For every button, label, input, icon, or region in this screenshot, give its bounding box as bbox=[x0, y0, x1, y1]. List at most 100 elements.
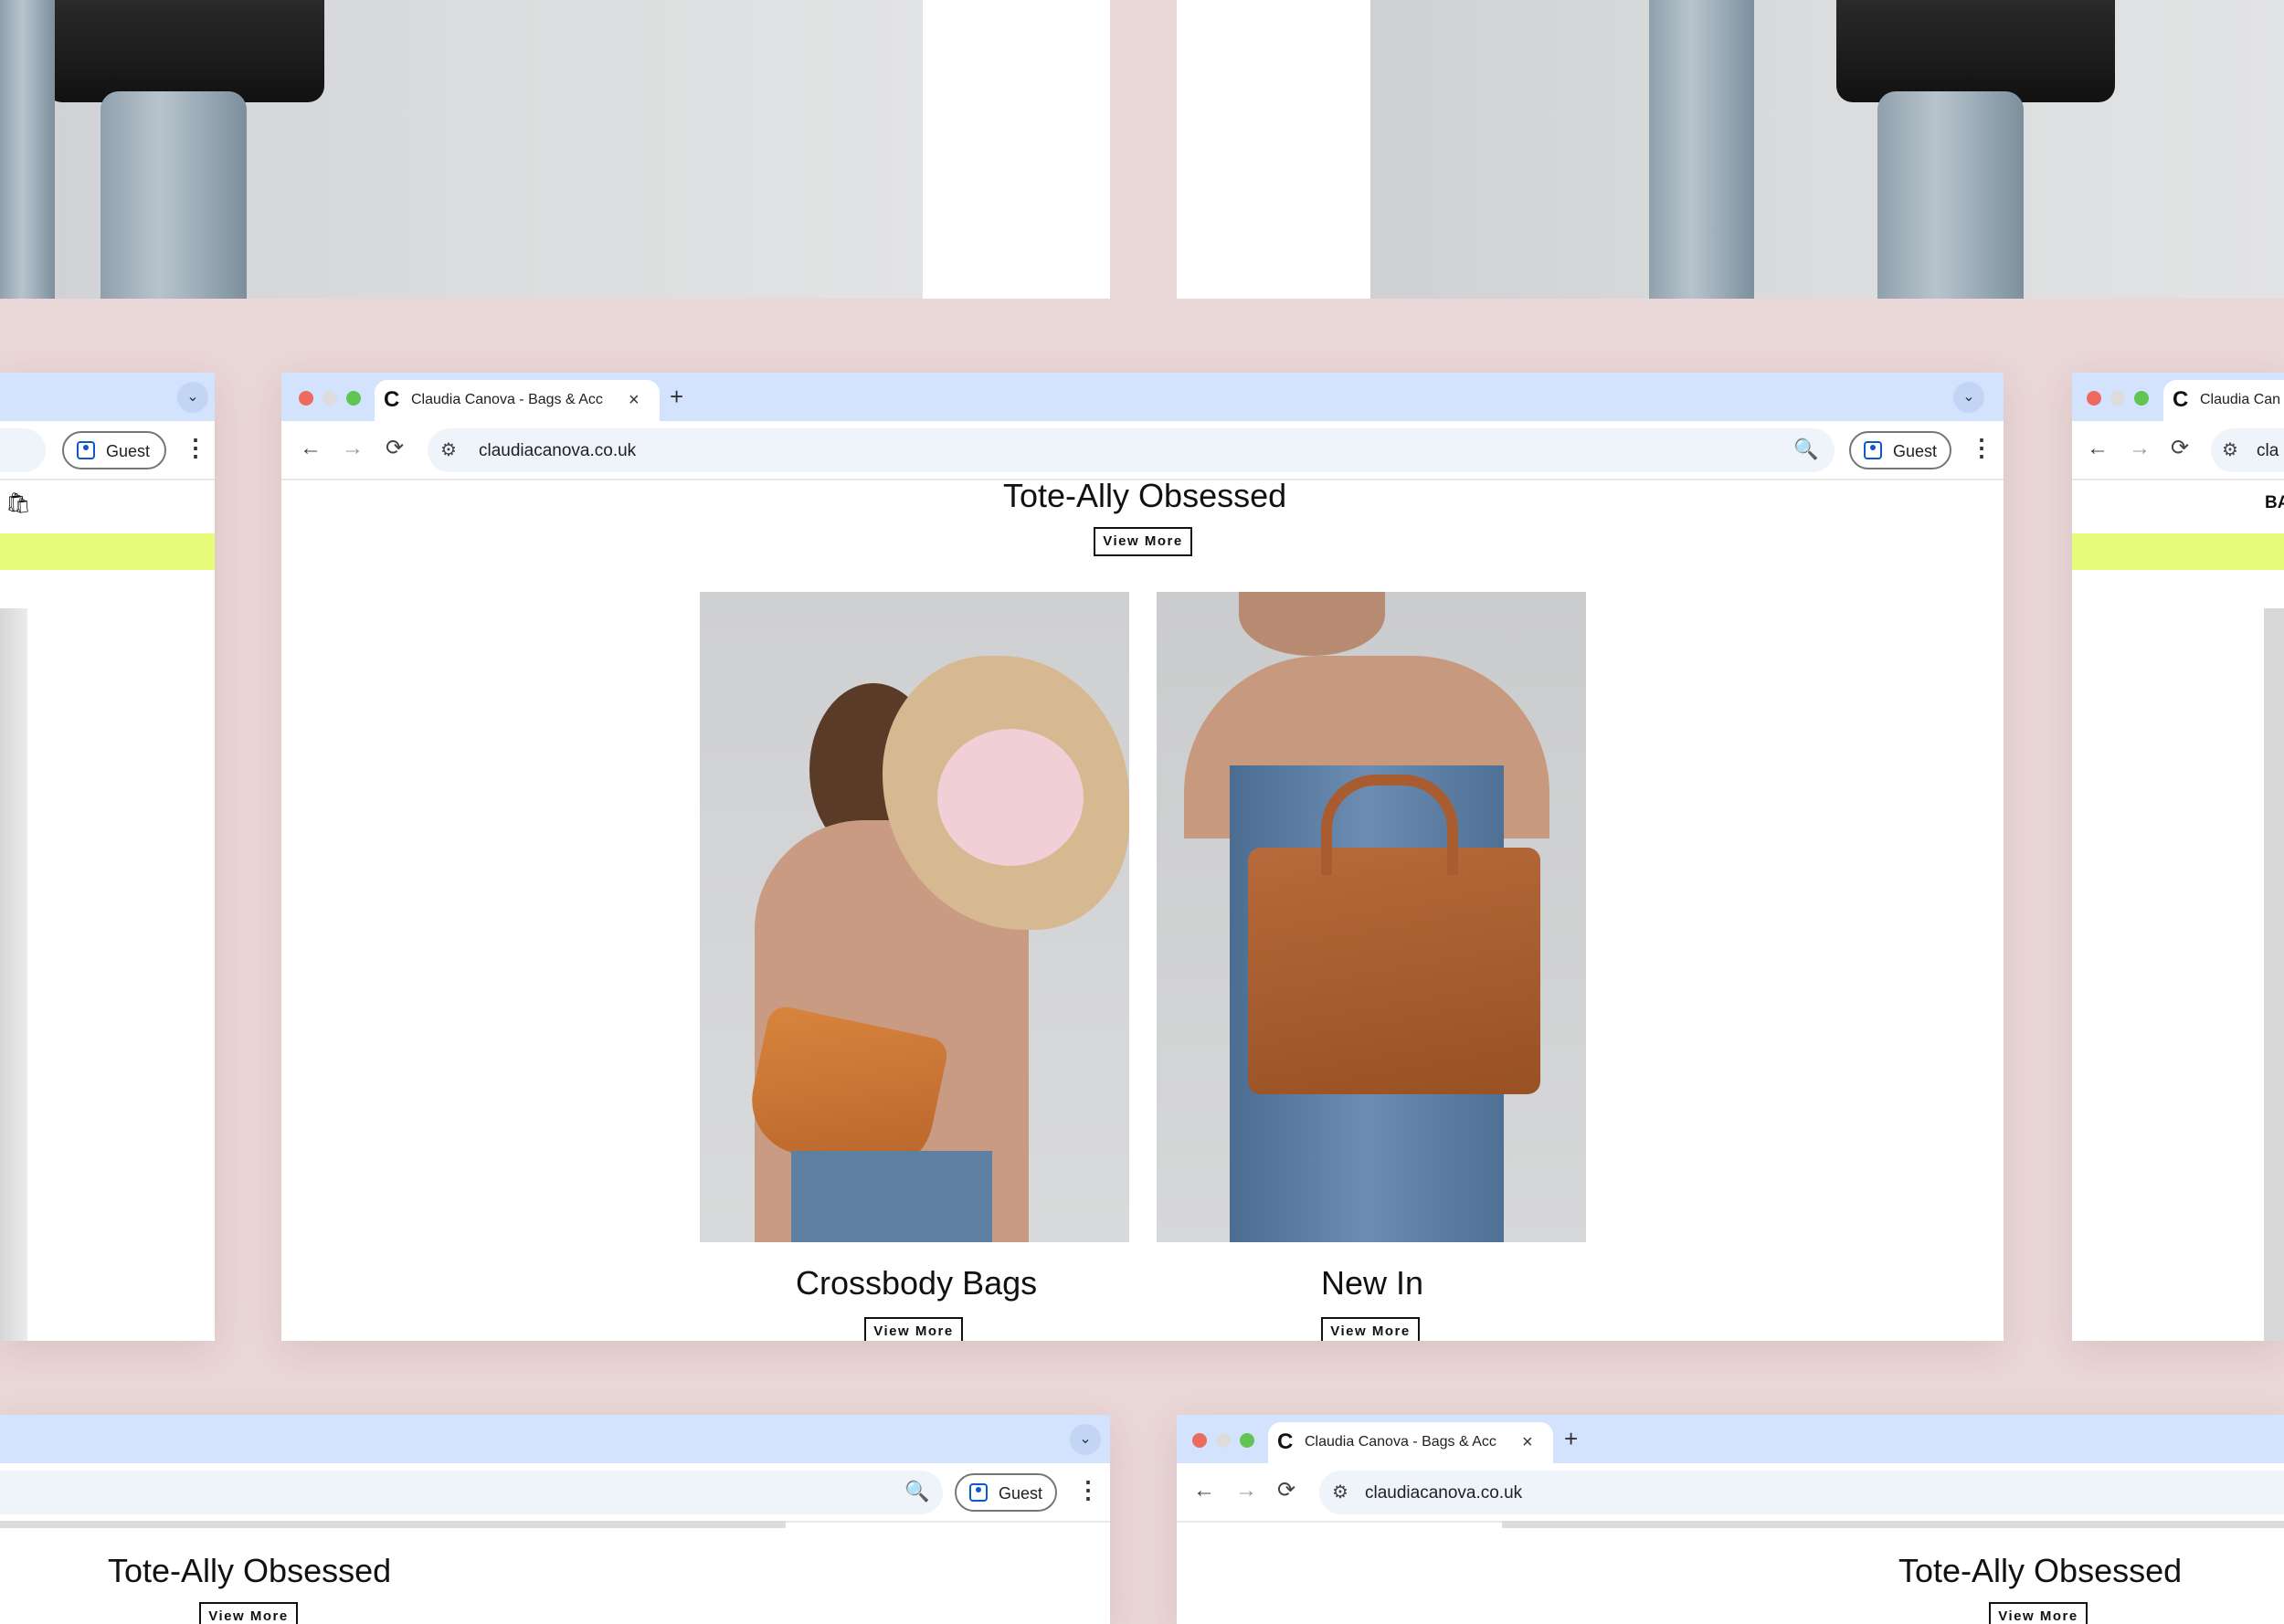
brown-tote-bag bbox=[1248, 848, 1540, 1094]
favicon-icon: C bbox=[2173, 387, 2189, 412]
browser-window-bottom-right: C Claudia Canova - Bags & Acc × + ← → ⟳ … bbox=[1177, 1415, 2284, 1624]
back-icon[interactable]: ← bbox=[1193, 1477, 1215, 1504]
guest-profile-button[interactable]: Guest bbox=[62, 431, 166, 469]
toolbar: ← → ⟳ ⚙ claudiacanova.co.uk bbox=[1177, 1463, 2284, 1523]
active-tab[interactable]: C Claudia Can bbox=[2163, 380, 2284, 421]
new-in-image[interactable] bbox=[1157, 592, 1586, 1242]
new-tab-button[interactable]: + bbox=[670, 383, 683, 411]
browser-window-bottom-left: ⌄ 🔍 Guest ⋮ Tote-Ally Obsessed View More bbox=[0, 1415, 1110, 1624]
minimize-window-button[interactable] bbox=[2110, 391, 2125, 406]
white-panel-top-right bbox=[1177, 0, 1370, 299]
favicon-icon: C bbox=[384, 387, 400, 412]
close-window-button[interactable] bbox=[299, 391, 313, 406]
crossbody-bags-image[interactable] bbox=[700, 592, 1129, 1242]
jeans-leg-right bbox=[100, 91, 247, 299]
model-face bbox=[1239, 592, 1385, 656]
minimize-window-button[interactable] bbox=[323, 391, 337, 406]
browser-window-left-partial: ⌄ Guest ⋮ 🛍 bbox=[0, 373, 215, 1341]
jeans-leg-right bbox=[1877, 91, 2024, 299]
white-panel-top-left bbox=[923, 0, 1110, 299]
tab-search-button[interactable]: ⌄ bbox=[1953, 382, 1984, 413]
denim-skirt bbox=[791, 1151, 992, 1242]
address-bar[interactable] bbox=[0, 428, 46, 472]
guest-profile-button[interactable]: Guest bbox=[1849, 431, 1951, 469]
profile-icon bbox=[77, 441, 95, 459]
minimize-window-button[interactable] bbox=[1216, 1433, 1231, 1448]
zoom-icon[interactable]: 🔍 bbox=[1793, 438, 1818, 461]
new-in-title[interactable]: New In bbox=[1321, 1264, 1423, 1302]
black-tote-bag bbox=[1836, 0, 2115, 102]
nav-menu-text[interactable]: BA bbox=[2265, 493, 2284, 513]
tab-search-button[interactable]: ⌄ bbox=[1070, 1424, 1101, 1455]
close-tab-icon[interactable]: × bbox=[629, 390, 640, 411]
tab-strip: ⌄ bbox=[0, 1415, 1110, 1463]
active-tab[interactable]: C Claudia Canova - Bags & Acc × bbox=[1268, 1422, 1553, 1463]
tab-search-button[interactable]: ⌄ bbox=[177, 382, 208, 413]
tab-strip: ⌄ bbox=[0, 373, 215, 421]
reload-icon[interactable]: ⟳ bbox=[386, 435, 404, 462]
back-icon[interactable]: ← bbox=[300, 435, 322, 462]
tab-strip: C Claudia Canova - Bags & Acc × + ⌄ bbox=[281, 373, 2004, 421]
more-menu-icon[interactable]: ⋮ bbox=[184, 434, 207, 462]
address-bar[interactable]: ⚙ cla bbox=[2211, 428, 2284, 472]
site-info-icon[interactable]: ⚙ bbox=[1332, 1479, 1348, 1506]
loading-bar bbox=[1502, 1521, 2284, 1528]
section-title: Tote-Ally Obsessed bbox=[108, 1552, 392, 1589]
new-tab-button[interactable]: + bbox=[1564, 1425, 1578, 1453]
guest-profile-button[interactable]: Guest bbox=[955, 1473, 1057, 1512]
announcement-bar bbox=[2072, 533, 2284, 570]
close-window-button[interactable] bbox=[1192, 1433, 1207, 1448]
black-tote-bag bbox=[46, 0, 324, 102]
reload-icon[interactable]: ⟳ bbox=[2171, 435, 2189, 462]
shopping-bag-icon[interactable]: 🛍 bbox=[5, 491, 31, 515]
profile-icon bbox=[1864, 441, 1882, 459]
tab-title: Claudia Canova - Bags & Acc bbox=[1305, 1434, 1496, 1450]
favicon-icon: C bbox=[1277, 1429, 1294, 1454]
maximize-window-button[interactable] bbox=[2134, 391, 2149, 406]
toolbar: 🔍 Guest ⋮ bbox=[0, 1463, 1110, 1523]
crossbody-view-more-button[interactable]: View More bbox=[864, 1317, 963, 1341]
view-more-button[interactable]: View More bbox=[1989, 1602, 2088, 1624]
site-info-icon[interactable]: ⚙ bbox=[440, 437, 457, 464]
address-bar[interactable]: ⚙ claudiacanova.co.uk bbox=[1319, 1471, 2284, 1514]
chevron-down-icon: ⌄ bbox=[1079, 1431, 1092, 1447]
active-tab[interactable]: C Claudia Canova - Bags & Acc × bbox=[375, 380, 660, 421]
reload-icon[interactable]: ⟳ bbox=[1277, 1477, 1295, 1504]
guest-label: Guest bbox=[999, 1484, 1043, 1503]
forward-icon[interactable]: → bbox=[1235, 1477, 1257, 1504]
view-more-button[interactable]: View More bbox=[199, 1602, 298, 1624]
close-window-button[interactable] bbox=[2087, 391, 2101, 406]
address-bar[interactable]: 🔍 bbox=[0, 1471, 943, 1514]
top-right-photo bbox=[1370, 0, 2284, 299]
chevron-down-icon: ⌄ bbox=[186, 389, 199, 405]
profile-icon bbox=[969, 1483, 988, 1502]
hydrangea-flowers bbox=[937, 729, 1084, 866]
view-more-button[interactable]: View More bbox=[1094, 527, 1192, 556]
tab-title: Claudia Canova - Bags & Acc bbox=[411, 392, 603, 407]
forward-icon[interactable]: → bbox=[342, 435, 364, 462]
browser-window-main: C Claudia Canova - Bags & Acc × + ⌄ ← → … bbox=[281, 373, 2004, 1341]
more-menu-icon[interactable]: ⋮ bbox=[1076, 1476, 1100, 1504]
maximize-window-button[interactable] bbox=[1240, 1433, 1254, 1448]
close-tab-icon[interactable]: × bbox=[1522, 1432, 1533, 1453]
more-menu-icon[interactable]: ⋮ bbox=[1970, 434, 1993, 462]
jeans-leg-left bbox=[1649, 0, 1754, 299]
toolbar: Guest ⋮ bbox=[0, 421, 215, 480]
crossbody-bags-title[interactable]: Crossbody Bags bbox=[796, 1264, 1037, 1302]
guest-label: Guest bbox=[106, 442, 151, 460]
tote-handle bbox=[1321, 775, 1458, 875]
product-photo-edge bbox=[0, 608, 27, 1341]
jeans-leg-left bbox=[0, 0, 55, 299]
url-text: claudiacanova.co.uk bbox=[479, 441, 637, 460]
toolbar: ← → ⟳ ⚙ cla bbox=[2072, 421, 2284, 480]
forward-icon[interactable]: → bbox=[2129, 435, 2151, 462]
product-photo-edge bbox=[2264, 608, 2284, 1341]
address-bar[interactable]: ⚙ claudiacanova.co.uk 🔍 bbox=[428, 428, 1835, 472]
site-info-icon[interactable]: ⚙ bbox=[2222, 437, 2238, 464]
zoom-icon[interactable]: 🔍 bbox=[904, 1480, 929, 1503]
back-icon[interactable]: ← bbox=[2087, 435, 2109, 462]
maximize-window-button[interactable] bbox=[346, 391, 361, 406]
new-in-view-more-button[interactable]: View More bbox=[1321, 1317, 1420, 1341]
chevron-down-icon: ⌄ bbox=[1962, 389, 1975, 405]
tab-title: Claudia Can bbox=[2200, 392, 2281, 407]
